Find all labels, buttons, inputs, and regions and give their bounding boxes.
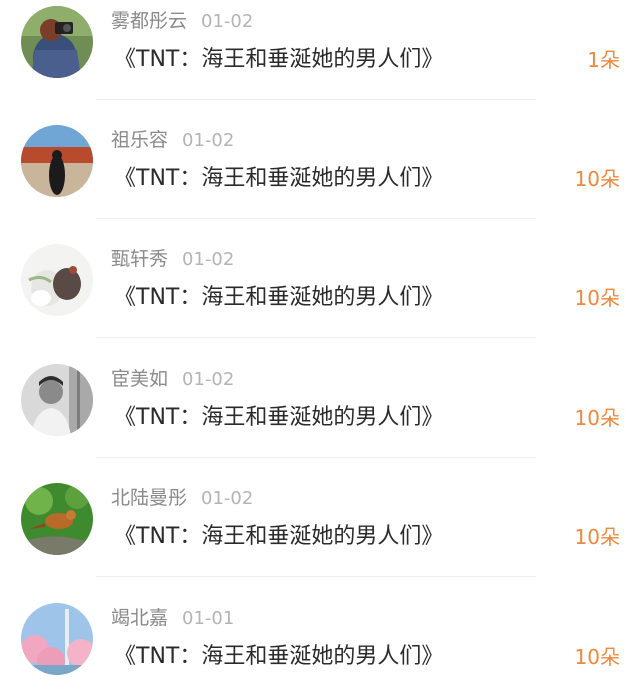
avatar[interactable] xyxy=(21,364,93,436)
item-date: 01-02 xyxy=(182,249,235,270)
book-title[interactable]: 《TNT：海王和垂涎她的男人们》 xyxy=(114,43,443,77)
item-meta: 甄轩秀 01-02 xyxy=(111,246,234,272)
item-meta: 竭北嘉 01-01 xyxy=(111,605,234,631)
gift-count: 10朵 xyxy=(574,406,620,430)
gift-count: 10朵 xyxy=(574,525,620,549)
gift-count: 10朵 xyxy=(574,645,620,669)
item-date: 01-02 xyxy=(182,130,235,151)
sky-portrait-avatar-image xyxy=(21,125,93,197)
avatar[interactable] xyxy=(21,483,93,555)
avatar[interactable] xyxy=(21,603,93,675)
user-name[interactable]: 雾都彤云 xyxy=(111,10,187,32)
divider xyxy=(96,457,536,458)
gift-count: 1朵 xyxy=(587,48,620,72)
book-title[interactable]: 《TNT：海王和垂涎她的男人们》 xyxy=(114,401,443,435)
item-date: 01-02 xyxy=(201,488,254,509)
photographer-avatar-image xyxy=(21,6,93,78)
list-item[interactable]: 祖乐容 01-02 《TNT：海王和垂涎她的男人们》 10朵 xyxy=(0,119,640,219)
book-title[interactable]: 《TNT：海王和垂涎她的男人们》 xyxy=(114,281,443,315)
gift-record-list: 雾都彤云 01-02 《TNT：海王和垂涎她的男人们》 1朵 祖乐容 01-02 《… xyxy=(0,0,640,697)
book-title[interactable]: 《TNT：海王和垂涎她的男人们》 xyxy=(114,162,443,196)
list-item[interactable]: 雾都彤云 01-02 《TNT：海王和垂涎她的男人们》 1朵 xyxy=(0,0,640,100)
item-meta: 雾都彤云 01-02 xyxy=(111,8,253,34)
list-item[interactable]: 甄轩秀 01-02 《TNT：海王和垂涎她的男人们》 10朵 xyxy=(0,238,640,338)
item-date: 01-01 xyxy=(182,608,235,629)
divider xyxy=(96,337,536,338)
bird-avatar-image xyxy=(21,483,93,555)
item-date: 01-02 xyxy=(182,369,235,390)
user-name[interactable]: 竭北嘉 xyxy=(111,607,168,629)
user-name[interactable]: 祖乐容 xyxy=(111,129,168,151)
item-meta: 宦美如 01-02 xyxy=(111,366,234,392)
illustration-avatar-image xyxy=(21,244,93,316)
item-meta: 祖乐容 01-02 xyxy=(111,127,234,153)
bw-portrait-avatar-image xyxy=(21,364,93,436)
divider xyxy=(96,218,536,219)
avatar[interactable] xyxy=(21,125,93,197)
divider xyxy=(96,99,536,100)
avatar[interactable] xyxy=(21,6,93,78)
user-name[interactable]: 北陆曼彤 xyxy=(111,487,187,509)
avatar[interactable] xyxy=(21,244,93,316)
list-item[interactable]: 竭北嘉 01-01 《TNT：海王和垂涎她的男人们》 10朵 xyxy=(0,597,640,697)
list-item[interactable]: 宦美如 01-02 《TNT：海王和垂涎她的男人们》 10朵 xyxy=(0,358,640,458)
item-date: 01-02 xyxy=(201,11,254,32)
blossom-avatar-image xyxy=(21,603,93,675)
book-title[interactable]: 《TNT：海王和垂涎她的男人们》 xyxy=(114,640,443,674)
user-name[interactable]: 甄轩秀 xyxy=(111,248,168,270)
item-meta: 北陆曼彤 01-02 xyxy=(111,485,253,511)
user-name[interactable]: 宦美如 xyxy=(111,368,168,390)
book-title[interactable]: 《TNT：海王和垂涎她的男人们》 xyxy=(114,520,443,554)
gift-count: 10朵 xyxy=(574,167,620,191)
list-item[interactable]: 北陆曼彤 01-02 《TNT：海王和垂涎她的男人们》 10朵 xyxy=(0,477,640,577)
gift-count: 10朵 xyxy=(574,286,620,310)
divider xyxy=(96,576,536,577)
